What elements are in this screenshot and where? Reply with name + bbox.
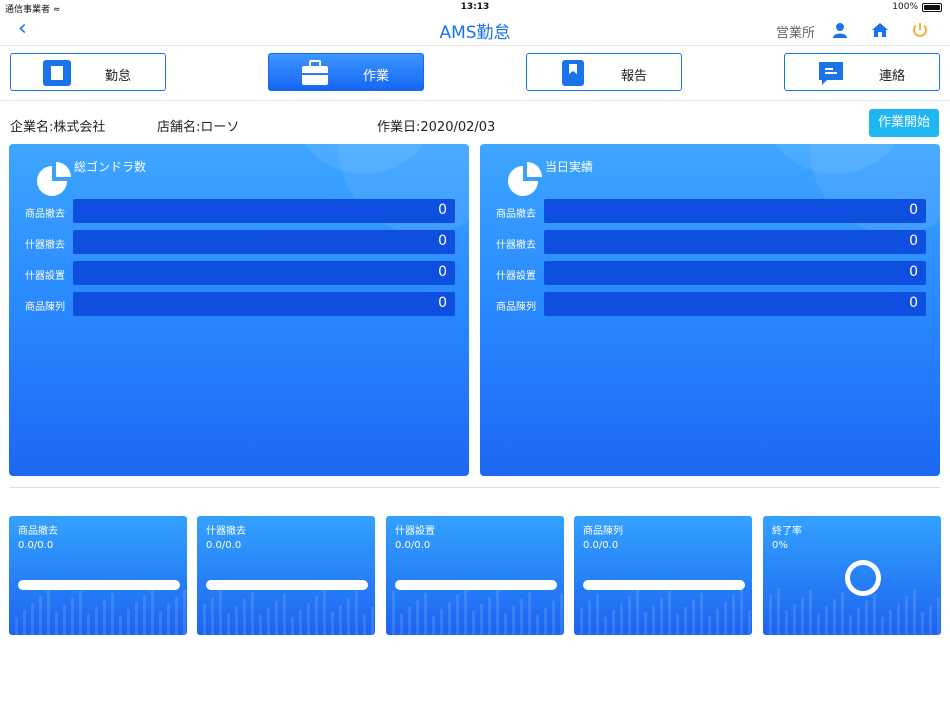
tab-label: 連絡 bbox=[878, 69, 905, 84]
panel-row: 什器設置 0 bbox=[480, 261, 940, 285]
row-label: 什器撤去 bbox=[25, 240, 65, 251]
message-icon bbox=[819, 62, 843, 85]
daily-results-panel: 当日実績 商品撤去 0 什器撤去 0 什器設置 0 商品陳列 0 bbox=[480, 144, 940, 476]
power-icon[interactable] bbox=[911, 21, 929, 39]
tab-label: 勤怠 bbox=[104, 69, 131, 84]
panel-row: 商品陳列 0 bbox=[480, 292, 940, 316]
bookmark-icon bbox=[562, 60, 584, 86]
row-label: 商品陳列 bbox=[25, 302, 65, 313]
work-date: 作業日:2020/02/03 bbox=[377, 120, 496, 135]
panel-row: 什器撤去 0 bbox=[480, 230, 940, 254]
card-value: 0.0/0.0 bbox=[583, 540, 619, 551]
panel-row: 商品撤去 0 bbox=[480, 199, 940, 223]
row-value-box: 0 bbox=[544, 261, 926, 285]
battery-percent: 100% bbox=[892, 2, 918, 12]
summary-card: 商品陳列 0.0/0.0 bbox=[574, 516, 752, 635]
card-value: 0% bbox=[772, 540, 788, 551]
tab-work[interactable]: 作業 bbox=[268, 53, 424, 91]
card-label: 商品撤去 bbox=[18, 526, 58, 537]
office-button[interactable]: 営業所 bbox=[776, 22, 815, 41]
row-value: 0 bbox=[438, 233, 447, 249]
tab-label: 作業 bbox=[362, 69, 389, 84]
panel-row: 什器設置 0 bbox=[9, 261, 469, 285]
summary-card: 什器設置 0.0/0.0 bbox=[386, 516, 564, 635]
progress-bar bbox=[583, 580, 745, 590]
store-name: 店舗名:ローソ bbox=[157, 120, 240, 135]
card-value: 0.0/0.0 bbox=[395, 540, 431, 551]
start-work-button[interactable]: 作業開始 bbox=[869, 109, 939, 137]
card-label: 商品陳列 bbox=[583, 526, 623, 537]
card-label: 什器設置 bbox=[395, 526, 435, 537]
row-value: 0 bbox=[438, 264, 447, 280]
row-value-box: 0 bbox=[544, 199, 926, 223]
row-value: 0 bbox=[909, 295, 918, 311]
total-gondola-panel: 総ゴンドラ数 商品撤去 0 什器撤去 0 什器設置 0 商品陳列 0 bbox=[9, 144, 469, 476]
tab-label: 報告 bbox=[620, 69, 647, 84]
briefcase-icon bbox=[302, 60, 328, 85]
panel-title: 総ゴンドラ数 bbox=[74, 160, 147, 174]
completion-rate-card: 終了率 0% bbox=[763, 516, 941, 635]
work-info: 企業名:株式会社 店舗名:ローソ 作業日:2020/02/03 作業開始 bbox=[0, 101, 950, 143]
summary-card: 商品撤去 0.0/0.0 bbox=[9, 516, 187, 635]
row-value-box: 0 bbox=[544, 230, 926, 254]
home-icon[interactable] bbox=[871, 21, 889, 39]
row-value-box: 0 bbox=[73, 230, 455, 254]
row-label: 什器設置 bbox=[496, 271, 536, 282]
clock: 13:13 bbox=[460, 2, 490, 12]
row-value-box: 0 bbox=[73, 292, 455, 316]
card-value: 0.0/0.0 bbox=[206, 540, 242, 551]
panel-title: 当日実績 bbox=[545, 160, 594, 174]
progress-bar bbox=[18, 580, 180, 590]
row-value-box: 0 bbox=[544, 292, 926, 316]
row-value: 0 bbox=[909, 202, 918, 218]
status-bar: 通信事業者 ≈ 13:13 100% bbox=[0, 0, 950, 15]
progress-bar bbox=[206, 580, 368, 590]
row-value: 0 bbox=[909, 264, 918, 280]
square-icon bbox=[43, 60, 71, 86]
tab-attendance[interactable]: 勤怠 bbox=[10, 53, 166, 91]
company-name: 企業名:株式会社 bbox=[10, 120, 106, 135]
tab-report[interactable]: 報告 bbox=[526, 53, 682, 91]
pie-chart-icon bbox=[37, 162, 71, 196]
row-value-box: 0 bbox=[73, 199, 455, 223]
panel-row: 商品撤去 0 bbox=[9, 199, 469, 223]
navigation-bar: ‹ AMS勤怠 営業所 bbox=[0, 14, 950, 46]
row-value: 0 bbox=[909, 233, 918, 249]
user-icon[interactable] bbox=[831, 21, 849, 39]
row-label: 商品撤去 bbox=[496, 209, 536, 220]
row-label: 什器撤去 bbox=[496, 240, 536, 251]
card-label: 什器撤去 bbox=[206, 526, 246, 537]
panel-row: 什器撤去 0 bbox=[9, 230, 469, 254]
card-label: 終了率 bbox=[772, 526, 802, 537]
tab-contact[interactable]: 連絡 bbox=[784, 53, 940, 91]
row-value-box: 0 bbox=[73, 261, 455, 285]
panel-row: 商品陳列 0 bbox=[9, 292, 469, 316]
pie-chart-icon bbox=[508, 162, 542, 196]
divider bbox=[10, 487, 940, 488]
summary-card: 什器撤去 0.0/0.0 bbox=[197, 516, 375, 635]
battery-icon bbox=[922, 2, 942, 12]
card-value: 0.0/0.0 bbox=[18, 540, 54, 551]
row-label: 商品陳列 bbox=[496, 302, 536, 313]
row-label: 商品撤去 bbox=[25, 209, 65, 220]
row-value: 0 bbox=[438, 202, 447, 218]
progress-bar bbox=[395, 580, 557, 590]
row-value: 0 bbox=[438, 295, 447, 311]
row-label: 什器設置 bbox=[25, 271, 65, 282]
battery-indicator: 100% bbox=[892, 2, 942, 12]
completion-ring bbox=[845, 560, 881, 596]
tab-bar: 勤怠 作業 報告 連絡 bbox=[0, 46, 950, 101]
